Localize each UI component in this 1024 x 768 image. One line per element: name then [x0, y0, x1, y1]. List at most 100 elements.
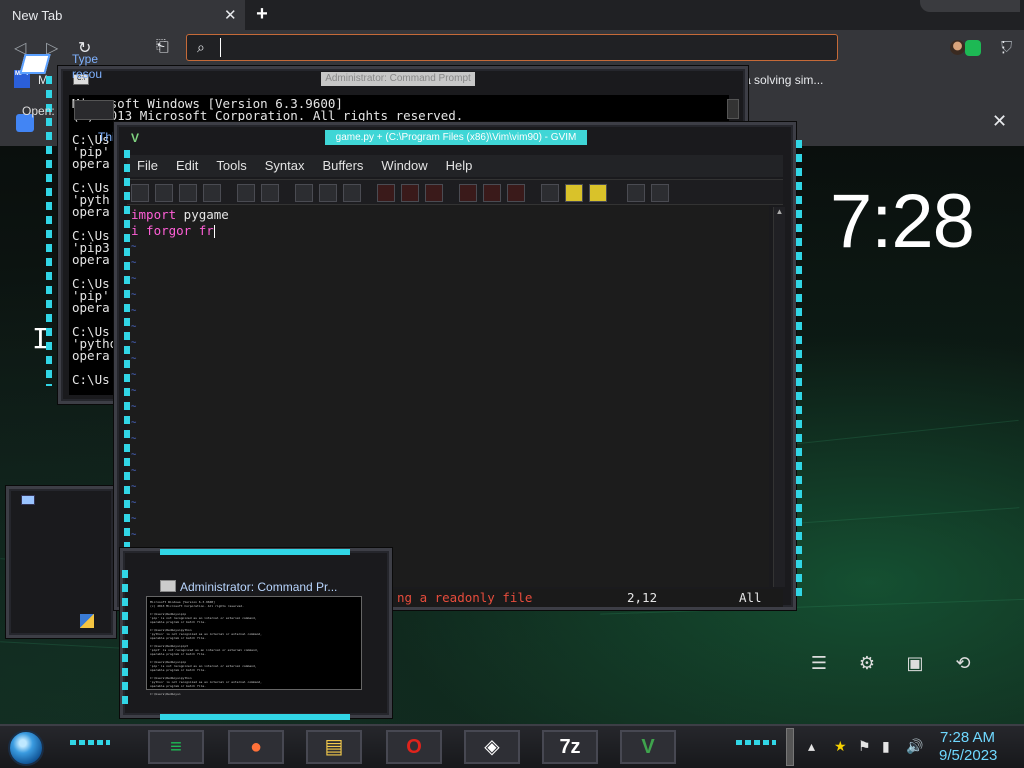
empty-line-tilde: ~ [131, 242, 137, 252]
volume-icon[interactable]: 🔊 [906, 738, 923, 755]
file-explorer-icon: ▤ [324, 736, 344, 758]
ctags-icon[interactable] [589, 184, 607, 202]
cmd-title: Administrator: Command Prompt [321, 72, 475, 86]
bookmark-book-icon[interactable]: ▣ [904, 652, 926, 674]
tray-time[interactable]: 7:28 AM [940, 729, 995, 746]
empty-line-tilde: ~ [131, 498, 137, 508]
bookmark-icon[interactable]: ⎗ [156, 38, 169, 56]
star-icon[interactable]: ★ [834, 738, 847, 755]
gvim-title: game.py + (C:\Program Files (x86)\Vim\vi… [325, 130, 587, 145]
paste-icon[interactable] [343, 184, 361, 202]
new-tab-button[interactable]: + [252, 3, 272, 25]
run-description: Type resou [72, 52, 103, 81]
menu-edit[interactable]: Edit [166, 155, 206, 177]
start-button[interactable] [8, 730, 44, 766]
sliders-icon[interactable]: ☰ [808, 652, 830, 674]
opera-icon: O [406, 736, 422, 758]
vim-icon: V [641, 736, 655, 758]
run-open-label: Open: [22, 104, 55, 118]
action-center-flag-icon[interactable]: ⚑ [858, 738, 871, 755]
run-dialog[interactable] [6, 486, 116, 638]
gvim-scrollbar[interactable]: ▲ [773, 207, 785, 587]
replace-icon[interactable] [377, 184, 395, 202]
cut-icon[interactable] [295, 184, 313, 202]
menu-window[interactable]: Window [371, 155, 435, 177]
help-icon[interactable] [627, 184, 645, 202]
code-line-1: import pygame [131, 207, 765, 223]
empty-line-tilde: ~ [131, 354, 137, 364]
save-all-icon[interactable] [179, 184, 197, 202]
copy-icon[interactable] [319, 184, 337, 202]
frame-accent [124, 150, 130, 590]
frame-accent [46, 76, 52, 386]
run-open-input[interactable] [74, 100, 114, 120]
save-icon[interactable] [155, 184, 173, 202]
empty-line-tilde: ~ [131, 258, 137, 268]
network-icon[interactable]: ▮ [882, 738, 890, 755]
menu-syntax[interactable]: Syntax [255, 155, 313, 177]
unity-icon: ◈ [484, 736, 500, 758]
empty-line-tilde: ~ [131, 370, 137, 380]
menu-buffers[interactable]: Buffers [312, 155, 371, 177]
tab-new-tab[interactable]: New Tab [0, 0, 245, 30]
desktop-widget-bar: ☰ ⚙ ▣ ⟲ [808, 652, 974, 674]
history-icon[interactable]: ⟲ [952, 652, 974, 674]
cmd-scrollbar[interactable] [727, 99, 739, 119]
7zip-icon: 7z [559, 736, 581, 758]
empty-line-tilde: ~ [131, 482, 137, 492]
find-prev-icon[interactable] [425, 184, 443, 202]
empty-line-tilde: ~ [131, 386, 137, 396]
frame-accent [160, 714, 350, 720]
tag-jump-icon[interactable] [565, 184, 583, 202]
gvim-menubar: File Edit Tools Syntax Buffers Window Help [127, 155, 783, 177]
panel-close-icon[interactable]: ✕ [992, 111, 1007, 132]
menu-file[interactable]: File [127, 155, 166, 177]
empty-line-tilde: ~ [131, 322, 137, 332]
find-next-icon[interactable] [401, 184, 419, 202]
profile-avatar[interactable] [950, 40, 965, 55]
load-session-icon[interactable] [459, 184, 477, 202]
vim-cursor [213, 225, 215, 238]
show-desktop-button[interactable] [786, 728, 794, 766]
make-icon[interactable] [541, 184, 559, 202]
thumbnail-title[interactable]: Administrator: Command Pr... [180, 580, 380, 594]
menu-tools[interactable]: Tools [206, 155, 254, 177]
scroll-up-icon[interactable]: ▲ [774, 207, 785, 216]
thumbnail-console-text: Microsoft Windows [Version 6.3.9600] (c)… [150, 600, 262, 696]
open-icon[interactable] [131, 184, 149, 202]
empty-line-tilde: ~ [131, 402, 137, 412]
gvim-editor[interactable]: import pygame i forgor fr ~ ~ ~ ~ ~ ~ ~ ~ ~ ~ ~ ~ ~ ~… [127, 205, 769, 587]
gvim-window[interactable]: V game.py + (C:\Program Files (x86)\Vim\… [114, 122, 796, 610]
find-help-icon[interactable] [651, 184, 669, 202]
search-icon: ⌕ [197, 39, 205, 55]
empty-line-tilde: ~ [131, 514, 137, 524]
gear-icon[interactable]: ⚙ [856, 652, 878, 674]
frame-accent [122, 570, 128, 710]
bookmark-item-right[interactable]: a solving sim... [744, 73, 823, 87]
cmd-line: (c) 2013 Microsoft Corporation. All righ… [72, 108, 464, 123]
address-bar[interactable]: ⌕ ⛉ [186, 34, 1012, 61]
vim-logo-icon: V [131, 131, 140, 145]
menu-icon[interactable]: ⋮ [996, 38, 1011, 56]
empty-line-tilde: ~ [131, 466, 137, 476]
address-input[interactable] [227, 38, 747, 58]
spotify-like-notes-app-icon: ≡ [170, 736, 182, 758]
taskbar-accent [736, 740, 776, 745]
print-icon[interactable] [203, 184, 221, 202]
tray-expand-icon[interactable]: ▴ [808, 738, 815, 755]
empty-line-tilde: ~ [131, 450, 137, 460]
tab-title: New Tab [12, 8, 63, 23]
keyword-import: import [131, 207, 177, 222]
undo-icon[interactable] [237, 184, 255, 202]
tab-close-icon[interactable]: ✕ [224, 6, 237, 24]
run-script-icon[interactable] [507, 184, 525, 202]
save-session-icon[interactable] [483, 184, 501, 202]
tray-date[interactable]: 9/5/2023 [939, 747, 997, 764]
redo-icon[interactable] [261, 184, 279, 202]
extension-green-icon[interactable] [965, 40, 981, 56]
frame-accent [796, 140, 802, 600]
scroll-percent: All [739, 590, 762, 605]
menu-help[interactable]: Help [436, 155, 481, 177]
gvim-titlebar[interactable]: V game.py + (C:\Program Files (x86)\Vim\… [117, 125, 793, 151]
empty-line-tilde: ~ [131, 418, 137, 428]
